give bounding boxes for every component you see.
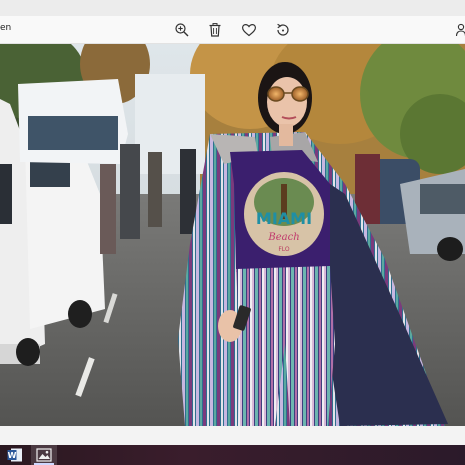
word-icon: W (7, 448, 22, 462)
shirt-text-miami: MIAMI (256, 209, 312, 228)
trash-icon (209, 23, 221, 37)
title-bar (0, 0, 465, 16)
taskbar-photos[interactable] (31, 445, 57, 465)
photos-icon (36, 448, 52, 462)
delete-button[interactable] (207, 22, 223, 38)
app-title: en (0, 23, 12, 33)
photo-toolbar: en (0, 16, 465, 44)
shirt-text-flo: FLO (278, 246, 290, 253)
people-icon (455, 23, 465, 37)
photo-view[interactable]: MIAMI Beach FLO (0, 44, 465, 426)
taskbar: W (0, 445, 465, 465)
favorite-button[interactable] (241, 22, 257, 38)
heart-icon (241, 23, 257, 37)
zoom-in-icon (175, 23, 189, 37)
rotate-icon (277, 23, 289, 36)
rotate-button[interactable] (275, 22, 291, 38)
street-style-photo: MIAMI Beach FLO (0, 44, 465, 426)
word-glyph: W (8, 451, 17, 460)
taskbar-word[interactable]: W (2, 445, 28, 465)
more-button[interactable] (455, 22, 465, 38)
shirt-text-beach: Beach (267, 232, 299, 243)
photo-footer (0, 426, 465, 445)
zoom-in-button[interactable] (174, 22, 190, 38)
